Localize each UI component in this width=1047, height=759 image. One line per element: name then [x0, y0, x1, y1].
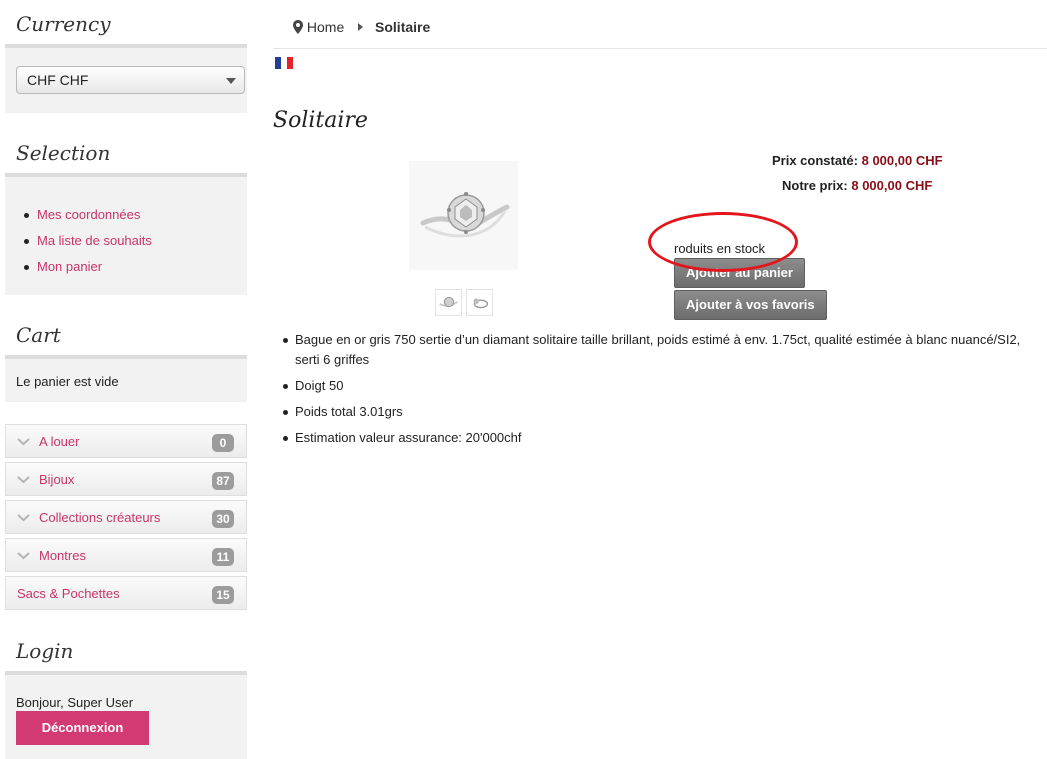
product-thumbnail-2[interactable]	[466, 289, 493, 316]
product-thumbnail-1[interactable]	[435, 289, 462, 316]
price-our-line: Notre prix: 8 000,00 CHF	[782, 178, 932, 193]
currency-module-title: Currency	[16, 12, 111, 36]
logout-button[interactable]: Déconnexion	[16, 711, 149, 745]
bullet-icon	[24, 265, 29, 270]
category-a-louer[interactable]: A louer 0	[5, 424, 247, 458]
price-list-label: Prix constaté:	[772, 153, 858, 168]
currency-module: CHF CHF	[5, 44, 247, 113]
cart-module-title: Cart	[16, 323, 61, 347]
selection-module: Mes coordonnées Ma liste de souhaits Mon…	[5, 173, 247, 295]
product-image[interactable]	[409, 161, 518, 270]
currency-select[interactable]: CHF CHF	[16, 66, 245, 94]
add-to-cart-button[interactable]: Ajouter au panier	[674, 258, 805, 288]
price-list-value: 8 000,00 CHF	[861, 153, 943, 168]
description-item: Estimation valeur assurance: 20'000chf	[281, 428, 1041, 448]
category-count-badge: 15	[212, 586, 234, 604]
currency-selected-value: CHF CHF	[27, 72, 89, 88]
bullet-icon	[283, 338, 288, 343]
breadcrumb: Home Solitaire	[293, 19, 430, 35]
chevron-down-icon[interactable]	[17, 511, 30, 524]
category-count-badge: 87	[212, 472, 234, 490]
price-list-line: Prix constaté: 8 000,00 CHF	[772, 153, 943, 168]
selection-module-title: Selection	[16, 141, 111, 165]
category-label[interactable]: Montres	[39, 548, 86, 563]
stock-status: roduits en stock	[674, 241, 766, 256]
category-count-badge: 30	[212, 510, 234, 528]
selection-item-panier[interactable]: Mon panier	[23, 259, 152, 285]
selection-item-souhaits[interactable]: Ma liste de souhaits	[23, 233, 152, 259]
category-bijoux[interactable]: Bijoux 87	[5, 462, 247, 496]
category-count-badge: 0	[212, 434, 234, 452]
bullet-icon	[24, 213, 29, 218]
bullet-icon	[283, 436, 288, 441]
french-flag-icon[interactable]	[275, 57, 293, 69]
bullet-icon	[283, 384, 288, 389]
breadcrumb-home[interactable]: Home	[307, 19, 344, 35]
chevron-down-icon[interactable]	[17, 549, 30, 562]
selection-list: Mes coordonnées Ma liste de souhaits Mon…	[23, 207, 152, 285]
map-pin-icon	[293, 20, 303, 34]
page-title: Solitaire	[273, 108, 368, 133]
breadcrumb-divider	[273, 48, 1047, 49]
price-our-label: Notre prix:	[782, 178, 848, 193]
chevron-down-icon[interactable]	[17, 435, 30, 448]
bullet-icon	[24, 239, 29, 244]
category-label[interactable]: Bijoux	[39, 472, 74, 487]
category-sacs-pochettes[interactable]: Sacs & Pochettes 15	[5, 576, 247, 610]
chevron-down-icon[interactable]	[17, 473, 30, 486]
breadcrumb-current: Solitaire	[375, 19, 431, 35]
description-item: Poids total 3.01grs	[281, 402, 1041, 422]
product-description-list: Bague en or gris 750 sertie d’un diamant…	[281, 330, 1041, 454]
category-label[interactable]: Collections créateurs	[39, 510, 160, 525]
caret-right-icon	[358, 23, 364, 31]
category-label[interactable]: Sacs & Pochettes	[17, 586, 120, 601]
bullet-icon	[283, 410, 288, 415]
category-montres[interactable]: Montres 11	[5, 538, 247, 572]
description-item: Bague en or gris 750 sertie d’un diamant…	[281, 330, 1041, 370]
price-our-value: 8 000,00 CHF	[851, 178, 933, 193]
cart-module: Le panier est vide	[5, 355, 247, 402]
description-item: Doigt 50	[281, 376, 1041, 396]
login-module-title: Login	[16, 639, 74, 663]
login-module: Bonjour, Super User Déconnexion	[5, 671, 247, 759]
chevron-down-icon	[226, 78, 236, 84]
selection-item-coordonnees[interactable]: Mes coordonnées	[23, 207, 152, 233]
cart-empty-text: Le panier est vide	[16, 374, 119, 389]
category-label[interactable]: A louer	[39, 434, 79, 449]
flag-stripe-red	[287, 57, 293, 69]
login-greeting: Bonjour, Super User	[16, 695, 134, 710]
category-collections-createurs[interactable]: Collections créateurs 30	[5, 500, 247, 534]
add-to-favorites-button[interactable]: Ajouter à vos favoris	[674, 290, 827, 320]
category-count-badge: 11	[212, 548, 234, 566]
